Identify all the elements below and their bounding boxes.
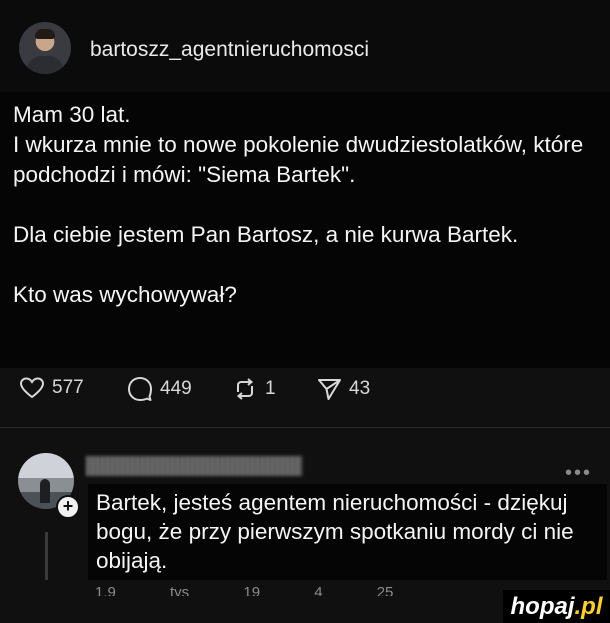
share-button[interactable]: 43 xyxy=(316,376,370,402)
plus-icon[interactable]: + xyxy=(56,495,80,519)
reply-body: Bartek, jesteś agentem nieruchomości - d… xyxy=(88,484,607,580)
comment-icon xyxy=(128,377,152,401)
comment-button[interactable]: 449 xyxy=(127,376,192,402)
heart-icon xyxy=(19,377,45,399)
repost-icon xyxy=(236,378,254,400)
post-actions: 577 449 1 43 xyxy=(0,370,610,410)
watermark-logo: hopaj .pl xyxy=(503,590,610,623)
author-avatar[interactable] xyxy=(19,22,71,74)
more-icon[interactable]: ••• xyxy=(565,462,592,485)
author-username[interactable]: bartoszz_agentnieruchomosci xyxy=(90,38,369,62)
comment-count: 449 xyxy=(160,378,192,399)
post-text: Mam 30 lat. I wkurza mnie to nowe pokole… xyxy=(13,102,584,307)
thread-line xyxy=(45,532,48,580)
repost-button[interactable]: 1 xyxy=(232,376,276,402)
divider xyxy=(0,427,610,428)
like-count: 577 xyxy=(52,377,84,398)
repost-count: 1 xyxy=(265,378,276,399)
post-body: Mam 30 lat. I wkurza mnie to nowe pokole… xyxy=(0,92,610,368)
reply-text: Bartek, jesteś agentem nieruchomości - d… xyxy=(96,490,574,573)
post-header: bartoszz_agentnieruchomosci xyxy=(0,0,610,92)
share-icon xyxy=(318,379,341,400)
like-button[interactable]: 577 xyxy=(19,376,84,400)
share-count: 43 xyxy=(349,378,371,399)
redacted-username xyxy=(86,456,302,476)
reply-stats: 1.9 tys 19 4 25 xyxy=(95,584,394,596)
